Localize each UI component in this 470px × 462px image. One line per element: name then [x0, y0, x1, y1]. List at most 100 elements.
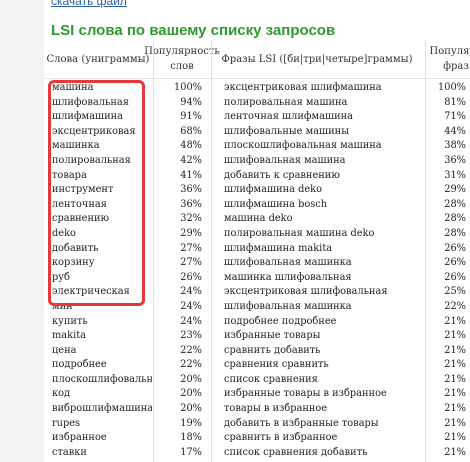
word-cell: rupes — [52, 417, 81, 429]
word-popularity-cell: 68% — [180, 125, 202, 137]
word-cell: плоскошлифовальная — [52, 373, 152, 385]
table-row: ленточная 36% шлифмашина bosch 28% — [44, 198, 470, 213]
word-popularity-cell: 27% — [180, 242, 202, 254]
download-file-link[interactable]: скачать файл — [51, 0, 127, 8]
phrase-popularity-cell: 31% — [444, 169, 466, 181]
phrase-cell: список сравнения — [224, 373, 318, 385]
phrase-cell: избранные товары в избранное — [224, 388, 387, 400]
word-popularity-cell: 20% — [180, 403, 202, 415]
phrase-cell: шлифмашина makita — [224, 242, 333, 254]
phrase-popularity-cell: 29% — [444, 184, 466, 196]
phrase-cell: машина deko — [224, 213, 293, 225]
phrase-popularity-cell: 26% — [444, 257, 466, 269]
phrase-popularity-cell: 26% — [444, 242, 466, 254]
phrase-popularity-cell: 26% — [444, 271, 466, 283]
phrase-cell: плоскошлифовальная машина — [224, 140, 382, 152]
phrase-cell: добавить к сравнению — [224, 169, 340, 181]
phrase-popularity-cell: 21% — [444, 330, 466, 342]
phrase-popularity-cell: 100% — [437, 82, 466, 93]
word-popularity-cell: 24% — [180, 315, 202, 327]
table-row: полировальная 42% шлифовальная машина 36% — [44, 154, 470, 169]
table-row: подробнее 22% сравнения сравнить 21% — [44, 358, 470, 373]
word-popularity-cell: 26% — [180, 271, 202, 283]
word-popularity-cell: 94% — [180, 96, 202, 108]
word-cell: эксцентриковая — [52, 125, 136, 137]
phrase-cell: ленточная шлифмашина — [224, 111, 354, 123]
phrase-cell: шлифовальная машинка — [224, 300, 352, 312]
table-row: электрическая 24% эксцентриковая шлифоваль… — [44, 285, 470, 300]
page: скачать файл LSI слова по вашему списку … — [0, 0, 470, 462]
table-row: шлифовальная 94% полировальная машина 81% — [44, 96, 470, 111]
left-margin — [0, 0, 44, 462]
phrase-cell: сравнения сравнить — [224, 359, 329, 371]
phrase-popularity-cell: 21% — [444, 417, 466, 429]
word-popularity-cell: 24% — [180, 300, 202, 312]
word-popularity-cell: 48% — [180, 140, 202, 152]
word-cell: deko — [52, 227, 76, 239]
phrase-cell: шлифмашина deko — [224, 184, 323, 196]
phrase-cell: полировальная машина — [224, 96, 348, 108]
word-cell: товара — [52, 169, 87, 181]
phrase-cell: эксцентриковая шлифовальная — [224, 286, 388, 298]
phrase-cell: избранные товары — [224, 330, 321, 342]
phrase-popularity-cell: 21% — [444, 344, 466, 356]
phrase-cell: товары в избранное — [224, 403, 328, 415]
phrase-cell: шлифовальная машина — [224, 154, 346, 166]
table-row: rupes 19% добавить в избранные товары 21% — [44, 417, 470, 432]
word-cell: машинка — [52, 140, 100, 152]
word-cell: ленточная — [52, 198, 107, 210]
word-popularity-cell: 20% — [180, 373, 202, 385]
word-cell: избранное — [52, 432, 107, 444]
phrase-popularity-cell: 38% — [444, 140, 466, 152]
table-row: makita 23% избранные товары 21% — [44, 329, 470, 344]
word-cell: цена — [52, 344, 77, 356]
word-cell: шлифмашина — [52, 111, 123, 123]
table-header: Слова (униграммы) Популярность слов Фраз… — [44, 40, 470, 79]
word-cell: ставки — [52, 446, 87, 458]
word-popularity-cell: 27% — [180, 257, 202, 269]
table-row: deko 29% полировальная машина deko 28% — [44, 227, 470, 242]
phrase-popularity-cell: 28% — [444, 213, 466, 225]
phrase-cell: эксцентриковая шлифмашина — [224, 82, 382, 93]
word-cell: полировальная — [52, 154, 131, 166]
word-cell: купить — [52, 315, 88, 327]
word-cell: шлифовальная — [52, 96, 129, 108]
word-popularity-cell: 22% — [180, 344, 202, 356]
word-popularity-cell: 20% — [180, 388, 202, 400]
word-popularity-cell: 100% — [173, 82, 202, 93]
word-popularity-cell: 42% — [180, 154, 202, 166]
table-row: эксцентриковая 68% шлифовальные машины 44% — [44, 125, 470, 140]
phrase-cell: подробнее подробнее — [224, 315, 337, 327]
table-row: купить 24% подробнее подробнее 21% — [44, 315, 470, 330]
word-popularity-cell: 32% — [180, 213, 202, 225]
header-popularity: Популярность слов — [144, 46, 220, 72]
table-row: добавить 27% шлифмашина makita 26% — [44, 242, 470, 257]
table-row: сравнению 32% машина deko 28% — [44, 212, 470, 227]
phrase-popularity-cell: 22% — [444, 300, 466, 312]
phrase-popularity-cell: 71% — [444, 111, 466, 123]
phrase-cell: шлифовальные машины — [224, 125, 350, 137]
table-row: машинка 48% плоскошлифовальная машина 38% — [44, 139, 470, 154]
table-row: цена 22% сравнить добавить 21% — [44, 344, 470, 359]
word-popularity-cell: 24% — [180, 286, 202, 298]
section-title: LSI слова по вашему списку запросов — [51, 22, 336, 39]
phrase-popularity-cell: 44% — [444, 125, 466, 137]
table-row: виброшлифмашина 20% товары в избранное 21% — [44, 402, 470, 417]
phrase-popularity-cell: 21% — [444, 432, 466, 444]
word-cell: инструмент — [52, 184, 114, 196]
word-cell: подробнее — [52, 359, 107, 371]
word-popularity-cell: 29% — [180, 227, 202, 239]
phrase-cell: добавить в избранные товары — [224, 417, 379, 429]
word-popularity-cell: 36% — [180, 198, 202, 210]
table-row: плоскошлифовальная 20% список сравнения 21% — [44, 373, 470, 388]
phrase-popularity-cell: 36% — [444, 154, 466, 166]
phrase-popularity-cell: 21% — [444, 403, 466, 415]
phrase-popularity-cell: 21% — [444, 373, 466, 385]
word-cell: код — [52, 388, 71, 400]
word-popularity-cell: 41% — [180, 169, 202, 181]
word-popularity-cell: 22% — [180, 359, 202, 371]
table-row: код 20% избранные товары в избранное 21% — [44, 387, 470, 402]
phrase-cell: сравнить в избранное — [224, 432, 338, 444]
header-popularity-phrases: Популярн фраз — [429, 46, 470, 72]
table-row: инструмент 36% шлифмашина deko 29% — [44, 183, 470, 198]
